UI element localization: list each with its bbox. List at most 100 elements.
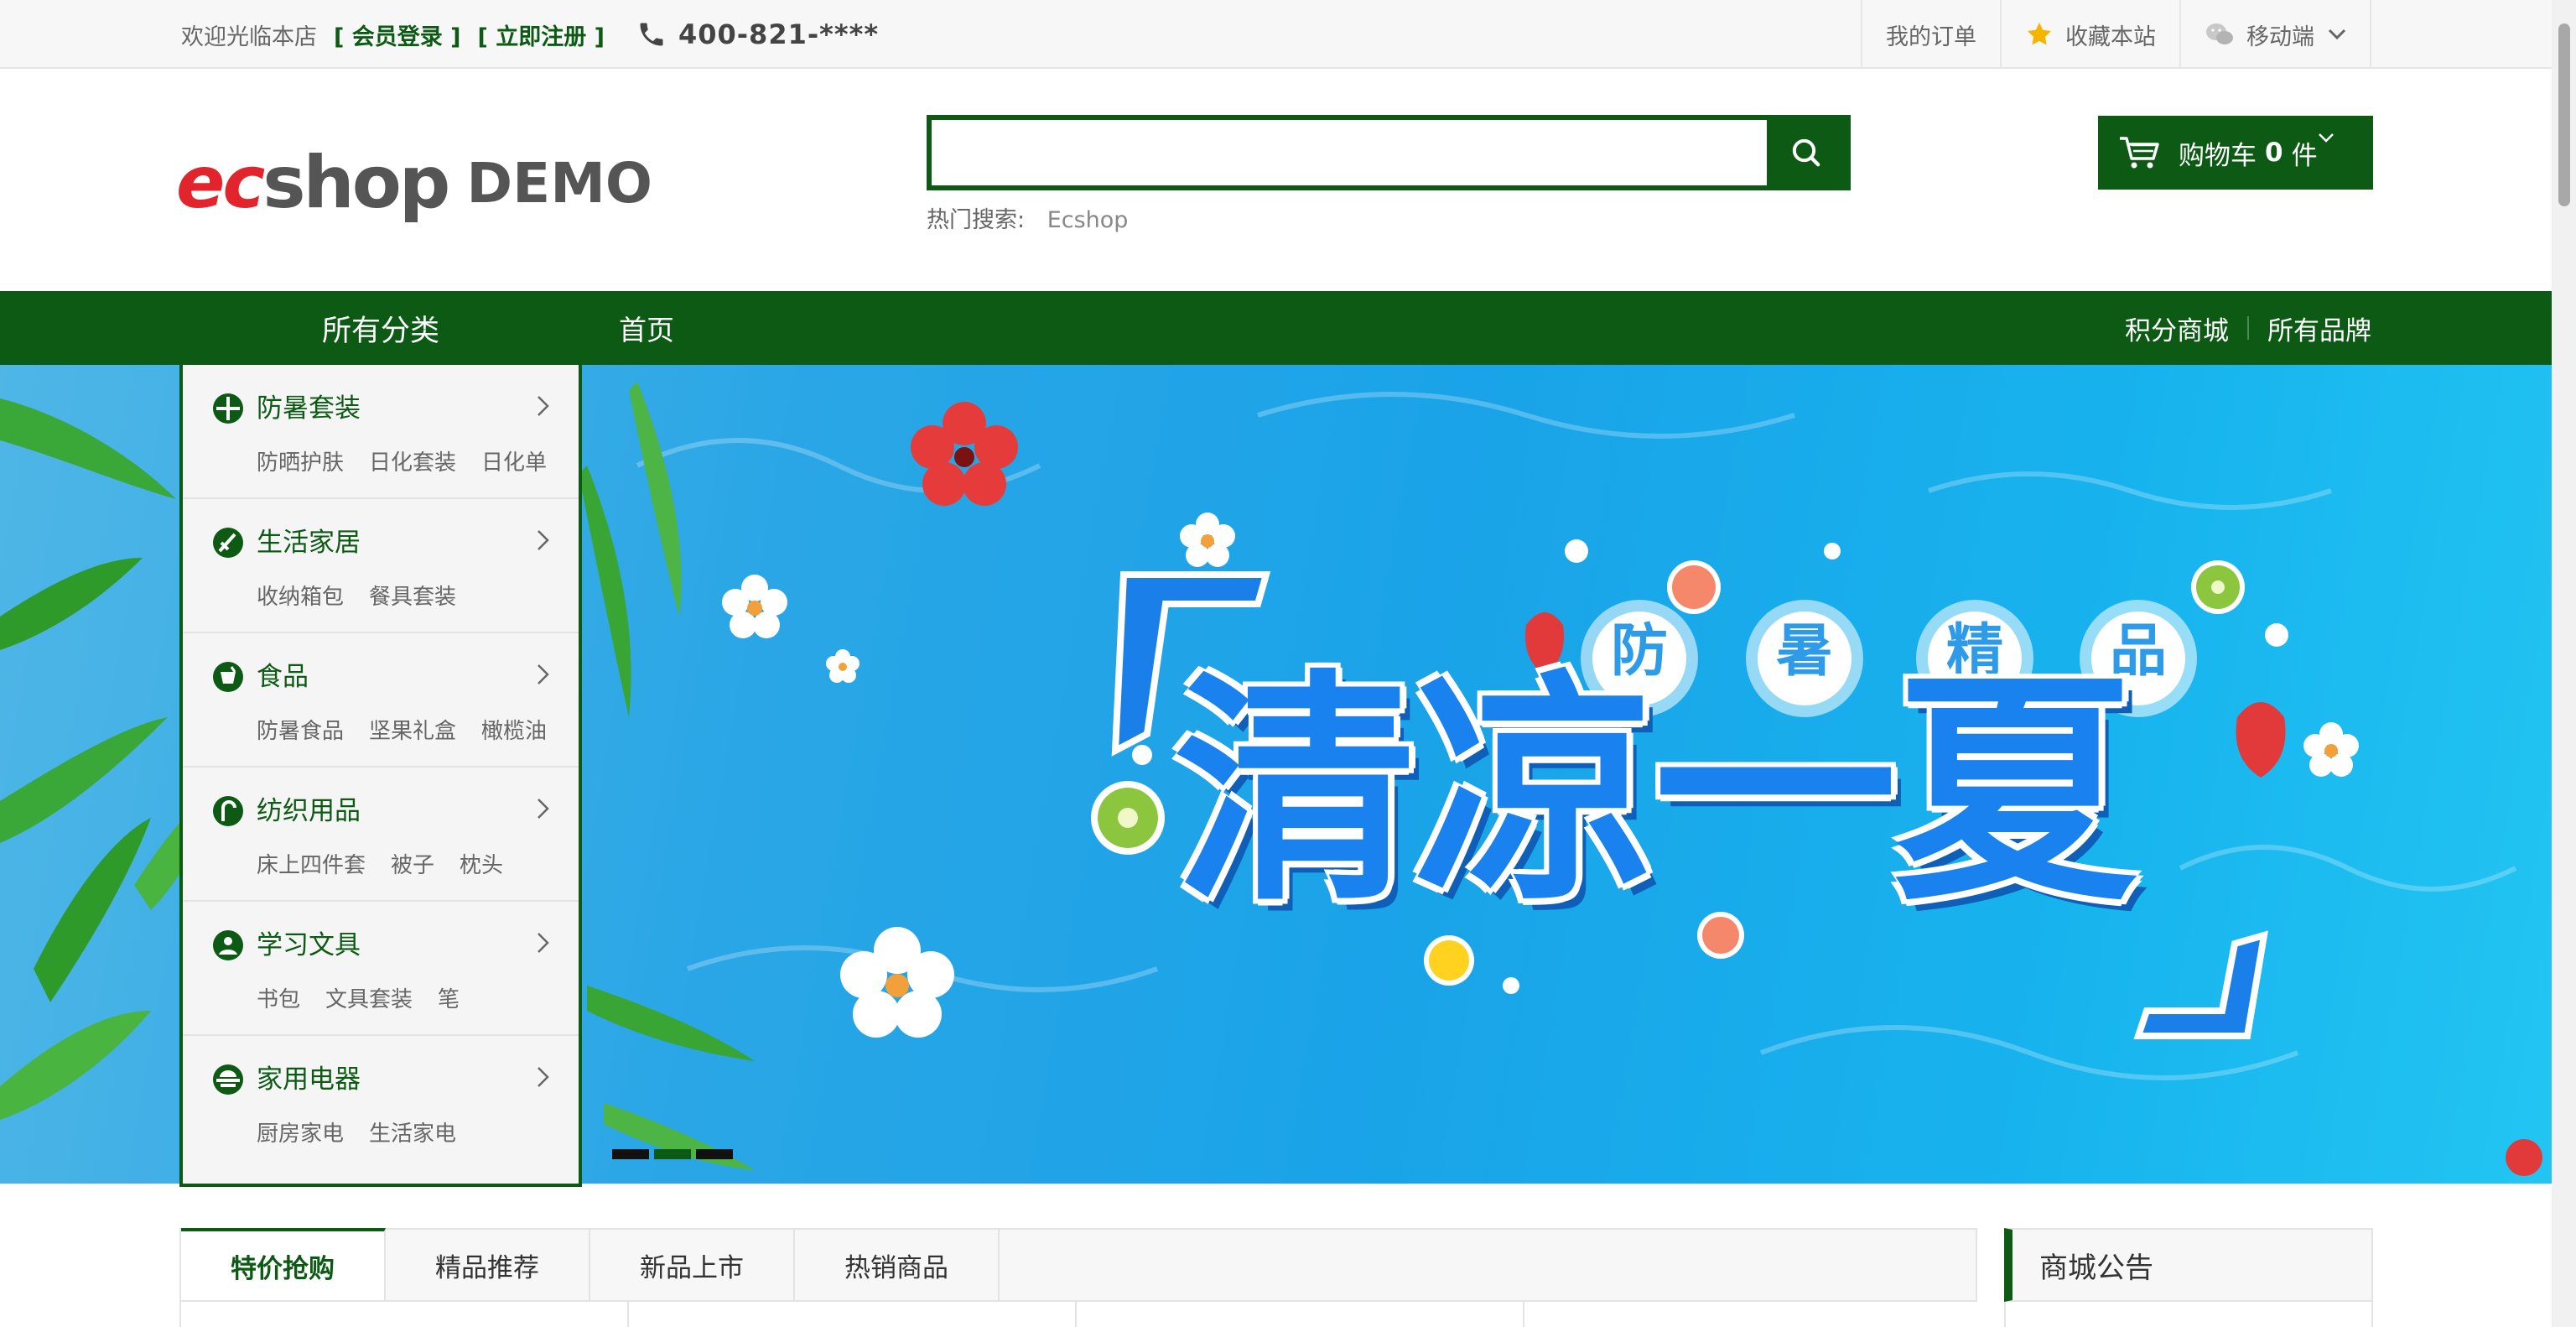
subcategory-link[interactable]: 笔	[438, 982, 460, 1013]
top-bar: 欢迎光临本店 [ 会员登录 ] [ 立即注册 ] 400-821-**** 我的…	[0, 0, 2576, 69]
search-icon	[1792, 138, 1820, 167]
carousel-dots	[612, 1149, 733, 1159]
notice-title: 商城公告	[2039, 1251, 2153, 1285]
category-title[interactable]: 防暑套装	[257, 387, 361, 424]
favorite-link[interactable]: 收藏本站	[2000, 0, 2179, 69]
carousel-dot[interactable]	[696, 1149, 733, 1159]
all-categories-button[interactable]: 所有分类	[179, 291, 582, 365]
tab-label: 新品上市	[640, 1252, 744, 1283]
chevron-right-icon	[538, 664, 549, 684]
star-icon	[2027, 22, 2052, 45]
chevron-right-icon	[538, 1067, 549, 1087]
textile-icon	[213, 796, 243, 826]
sun-protection-icon	[213, 393, 243, 424]
subcategory-link[interactable]: 床上四件套	[257, 848, 366, 879]
tab-label: 热销商品	[844, 1252, 948, 1283]
hot-search: 热门搜索: Ecshop	[927, 201, 1128, 234]
chevron-down-icon	[2319, 133, 2334, 143]
category-menu: 防暑套装 防晒护肤 日化套装 日化单 生活家居 收纳箱包 餐具套装 食品 防暑食…	[179, 365, 582, 1187]
main-nav: 所有分类 首页 积分商城 所有品牌	[0, 291, 2552, 365]
category-item[interactable]: 食品 防暑食品 坚果礼盒 橄榄油	[183, 633, 579, 768]
search-box	[927, 115, 1851, 190]
mobile-label: 移动端	[2246, 23, 2314, 50]
grid-divider	[1075, 1302, 1077, 1327]
cart-icon	[2120, 137, 2159, 169]
wechat-icon	[2206, 23, 2233, 44]
subcategory-link[interactable]: 书包	[257, 982, 300, 1013]
notice-body	[2004, 1302, 2373, 1327]
subcategory-link[interactable]: 生活家电	[369, 1116, 456, 1147]
subcategory-link[interactable]: 日化单	[481, 445, 547, 476]
all-brands-link[interactable]: 所有品牌	[2267, 310, 2371, 347]
banner-tagline: 防 暑 精 品	[1592, 365, 2195, 684]
food-icon	[213, 662, 243, 692]
subcategory-link[interactable]: 日化套装	[369, 445, 456, 476]
tab-best-sellers[interactable]: 热销商品	[795, 1230, 1000, 1300]
tab-special-offers[interactable]: 特价抢购	[181, 1228, 386, 1300]
subcategory-link[interactable]: 餐具套装	[369, 580, 456, 611]
cart-label: 购物车	[2179, 140, 2257, 171]
grid-divider	[1523, 1302, 1524, 1327]
category-title[interactable]: 食品	[257, 655, 309, 693]
carousel-dot[interactable]	[612, 1149, 649, 1159]
category-title[interactable]: 纺织用品	[257, 789, 361, 827]
tab-new-arrivals[interactable]: 新品上市	[590, 1230, 795, 1300]
chevron-right-icon	[538, 396, 549, 416]
logo-shop-text: shop	[262, 141, 450, 225]
chevron-right-icon	[538, 530, 549, 550]
points-mall-link[interactable]: 积分商城	[2125, 310, 2229, 347]
tab-recommended[interactable]: 精品推荐	[386, 1230, 590, 1300]
logo-demo-text: DEMO	[466, 150, 653, 216]
bamboo-leaves-mid	[579, 382, 755, 1170]
subcategory-link[interactable]: 枕头	[460, 848, 503, 879]
page-scrollbar[interactable]	[2552, 0, 2576, 1327]
my-orders-label: 我的订单	[1886, 23, 1976, 50]
tab-label: 特价抢购	[231, 1253, 335, 1284]
home-living-icon	[213, 528, 243, 558]
category-item[interactable]: 家用电器 厨房家电 生活家电	[183, 1036, 579, 1170]
subcategory-link[interactable]: 厨房家电	[257, 1116, 344, 1147]
chevron-right-icon	[538, 799, 549, 819]
stationery-icon	[213, 930, 243, 960]
mobile-dropdown[interactable]: 移动端	[2179, 0, 2371, 69]
grid-divider	[627, 1302, 629, 1327]
subcategory-link[interactable]: 文具套装	[325, 982, 413, 1013]
nav-home-label: 首页	[619, 314, 674, 346]
chevron-down-icon	[2328, 29, 2346, 40]
scrollbar-thumb[interactable]	[2558, 23, 2570, 206]
category-title[interactable]: 家用电器	[257, 1058, 361, 1095]
subcategory-link[interactable]: 被子	[391, 848, 434, 879]
phone-number: 400-821-****	[678, 18, 880, 50]
category-item[interactable]: 纺织用品 床上四件套 被子 枕头	[183, 768, 579, 902]
chevron-right-icon	[538, 933, 549, 953]
cart-button[interactable]: 购物车 0 件	[2098, 116, 2373, 190]
subcategory-link[interactable]: 橄榄油	[481, 714, 547, 745]
favorite-label: 收藏本站	[2065, 23, 2156, 50]
banner-headline: 清凉一夏	[1174, 651, 2137, 934]
nav-divider	[2247, 316, 2249, 340]
tab-label: 精品推荐	[435, 1252, 539, 1283]
category-item[interactable]: 防暑套装 防晒护肤 日化套装 日化单	[183, 365, 579, 499]
subcategory-link[interactable]: 坚果礼盒	[369, 714, 456, 745]
register-link[interactable]: [ 立即注册 ]	[477, 18, 604, 51]
category-item[interactable]: 生活家居 收纳箱包 餐具套装	[183, 499, 579, 633]
category-item[interactable]: 学习文具 书包 文具套装 笔	[183, 902, 579, 1036]
my-orders-link[interactable]: 我的订单	[1861, 0, 2000, 69]
site-logo[interactable]: ec shop DEMO	[176, 141, 652, 225]
appliance-icon	[213, 1064, 243, 1095]
category-title[interactable]: 生活家居	[257, 521, 361, 559]
subcategory-link[interactable]: 收纳箱包	[257, 580, 344, 611]
subcategory-link[interactable]: 防暑食品	[257, 714, 344, 745]
search-button[interactable]	[1767, 120, 1846, 185]
hot-search-item[interactable]: Ecshop	[1047, 207, 1129, 233]
logo-ec-text: ec	[176, 141, 265, 225]
subcategory-link[interactable]: 防晒护肤	[257, 445, 344, 476]
search-input[interactable]	[932, 120, 1767, 185]
carousel-dot-active[interactable]	[654, 1149, 691, 1159]
notice-header: 商城公告	[2004, 1228, 2373, 1302]
login-link[interactable]: [ 会员登录 ]	[334, 18, 460, 51]
category-title[interactable]: 学习文具	[257, 924, 361, 961]
hot-search-label: 热门搜索:	[927, 207, 1026, 233]
nav-home-link[interactable]: 首页	[619, 291, 674, 365]
cart-count: 0	[2265, 138, 2283, 168]
